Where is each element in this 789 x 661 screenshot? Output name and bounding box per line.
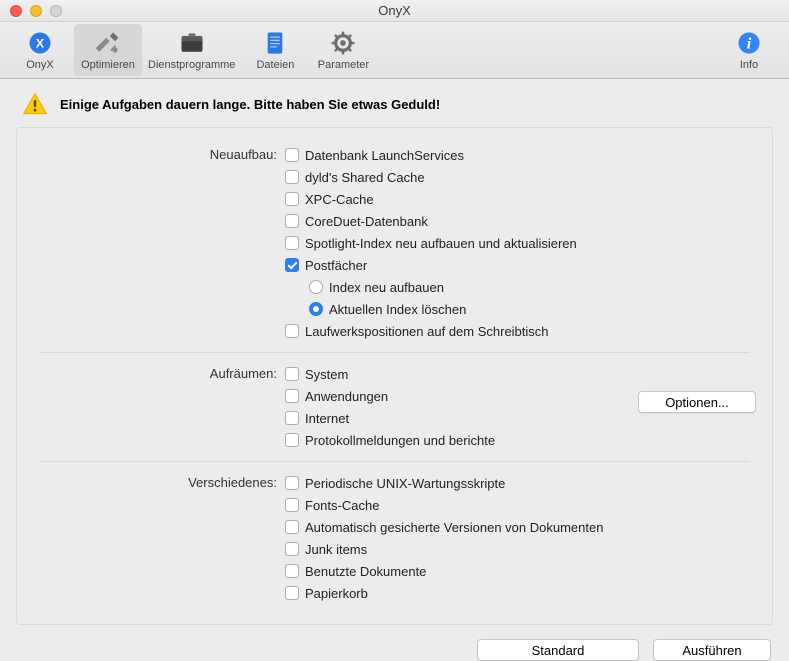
toolbar-item-dateien[interactable]: Dateien — [241, 24, 309, 76]
toolbar-label: OnyX — [26, 59, 54, 71]
content: Einige Aufgaben dauern lange. Bitte habe… — [0, 79, 789, 661]
checkbox-anwendungen[interactable] — [285, 389, 299, 403]
checkbox-laufwerkspos[interactable] — [285, 324, 299, 338]
onyx-icon: X — [26, 29, 54, 57]
checkbox-label: Datenbank LaunchServices — [305, 148, 464, 163]
checkbox-postfaecher[interactable] — [285, 258, 299, 272]
checkbox-label: Junk items — [305, 542, 367, 557]
ausfuehren-button[interactable]: Ausführen — [653, 639, 771, 661]
checkbox-coreduet[interactable] — [285, 214, 299, 228]
section-verschiedenes: Verschiedenes: Periodische UNIX-Wartungs… — [39, 461, 750, 608]
toolbar-item-onyx[interactable]: X OnyX — [6, 24, 74, 76]
radio-index-rebuild[interactable] — [309, 280, 323, 294]
standard-button[interactable]: Standard — [477, 639, 639, 661]
toolbar-label: Parameter — [318, 59, 369, 71]
tools-icon — [94, 29, 122, 57]
section-aufraeumen: Aufräumen: System Anwendungen Internet P… — [39, 352, 750, 455]
checkbox-label: Anwendungen — [305, 389, 388, 404]
alert-text: Einige Aufgaben dauern lange. Bitte habe… — [60, 97, 440, 112]
toolbar: X OnyX Optimieren Dienstprogramme Dateie… — [0, 22, 789, 79]
section-neuaufbau: Neuaufbau: Datenbank LaunchServices dyld… — [39, 140, 750, 346]
checkbox-label: CoreDuet-Datenbank — [305, 214, 428, 229]
checkbox-dyld[interactable] — [285, 170, 299, 184]
window-title: OnyX — [0, 3, 789, 18]
checkbox-label: XPC-Cache — [305, 192, 374, 207]
checkbox-label: Fonts-Cache — [305, 498, 379, 513]
checkbox-label: dyld's Shared Cache — [305, 170, 425, 185]
svg-text:i: i — [747, 35, 752, 53]
checkbox-fonts[interactable] — [285, 498, 299, 512]
checkbox-trash[interactable] — [285, 586, 299, 600]
info-icon: i — [735, 29, 763, 57]
toolbox-icon — [178, 29, 206, 57]
checkbox-xpc[interactable] — [285, 192, 299, 206]
checkbox-autosave[interactable] — [285, 520, 299, 534]
footer: Standard Ausführen — [0, 625, 789, 661]
gear-icon — [329, 29, 357, 57]
checkbox-label: System — [305, 367, 348, 382]
options-button[interactable]: Optionen... — [638, 391, 756, 413]
toolbar-item-parameter[interactable]: Parameter — [309, 24, 377, 76]
checkbox-label: Periodische UNIX-Wartungsskripte — [305, 476, 505, 491]
radio-label: Aktuellen Index löschen — [329, 302, 466, 317]
toolbar-item-optimieren[interactable]: Optimieren — [74, 24, 142, 76]
toolbar-label: Dateien — [256, 59, 294, 71]
checkbox-junk[interactable] — [285, 542, 299, 556]
warning-icon — [22, 91, 48, 117]
checkbox-system[interactable] — [285, 367, 299, 381]
checkbox-launchservices[interactable] — [285, 148, 299, 162]
toolbar-item-info[interactable]: i Info — [715, 24, 783, 76]
checkbox-label: Internet — [305, 411, 349, 426]
document-icon — [261, 29, 289, 57]
checkbox-label: Benutzte Dokumente — [305, 564, 426, 579]
toolbar-label: Dienstprogramme — [148, 59, 235, 71]
toolbar-label: Optimieren — [81, 59, 135, 71]
checkbox-label: Laufwerkspositionen auf dem Schreibtisch — [305, 324, 549, 339]
section-label: Aufräumen: — [39, 363, 285, 451]
toolbar-item-dienstprogramme[interactable]: Dienstprogramme — [142, 24, 241, 76]
checkbox-unix[interactable] — [285, 476, 299, 490]
radio-index-delete[interactable] — [309, 302, 323, 316]
checkbox-label: Papierkorb — [305, 586, 368, 601]
checkbox-protokoll[interactable] — [285, 433, 299, 447]
options-panel: Neuaufbau: Datenbank LaunchServices dyld… — [16, 127, 773, 625]
toolbar-label: Info — [740, 59, 758, 71]
checkbox-label: Automatisch gesicherte Versionen von Dok… — [305, 520, 603, 535]
radio-label: Index neu aufbauen — [329, 280, 444, 295]
checkbox-recent[interactable] — [285, 564, 299, 578]
checkbox-label: Postfächer — [305, 258, 367, 273]
svg-text:X: X — [36, 36, 45, 50]
section-label: Verschiedenes: — [39, 472, 285, 604]
section-label: Neuaufbau: — [39, 144, 285, 342]
alert-banner: Einige Aufgaben dauern lange. Bitte habe… — [0, 79, 789, 127]
checkbox-internet[interactable] — [285, 411, 299, 425]
checkbox-spotlight[interactable] — [285, 236, 299, 250]
checkbox-label: Spotlight-Index neu aufbauen und aktuali… — [305, 236, 577, 251]
titlebar: OnyX — [0, 0, 789, 22]
checkbox-label: Protokollmeldungen und berichte — [305, 433, 495, 448]
